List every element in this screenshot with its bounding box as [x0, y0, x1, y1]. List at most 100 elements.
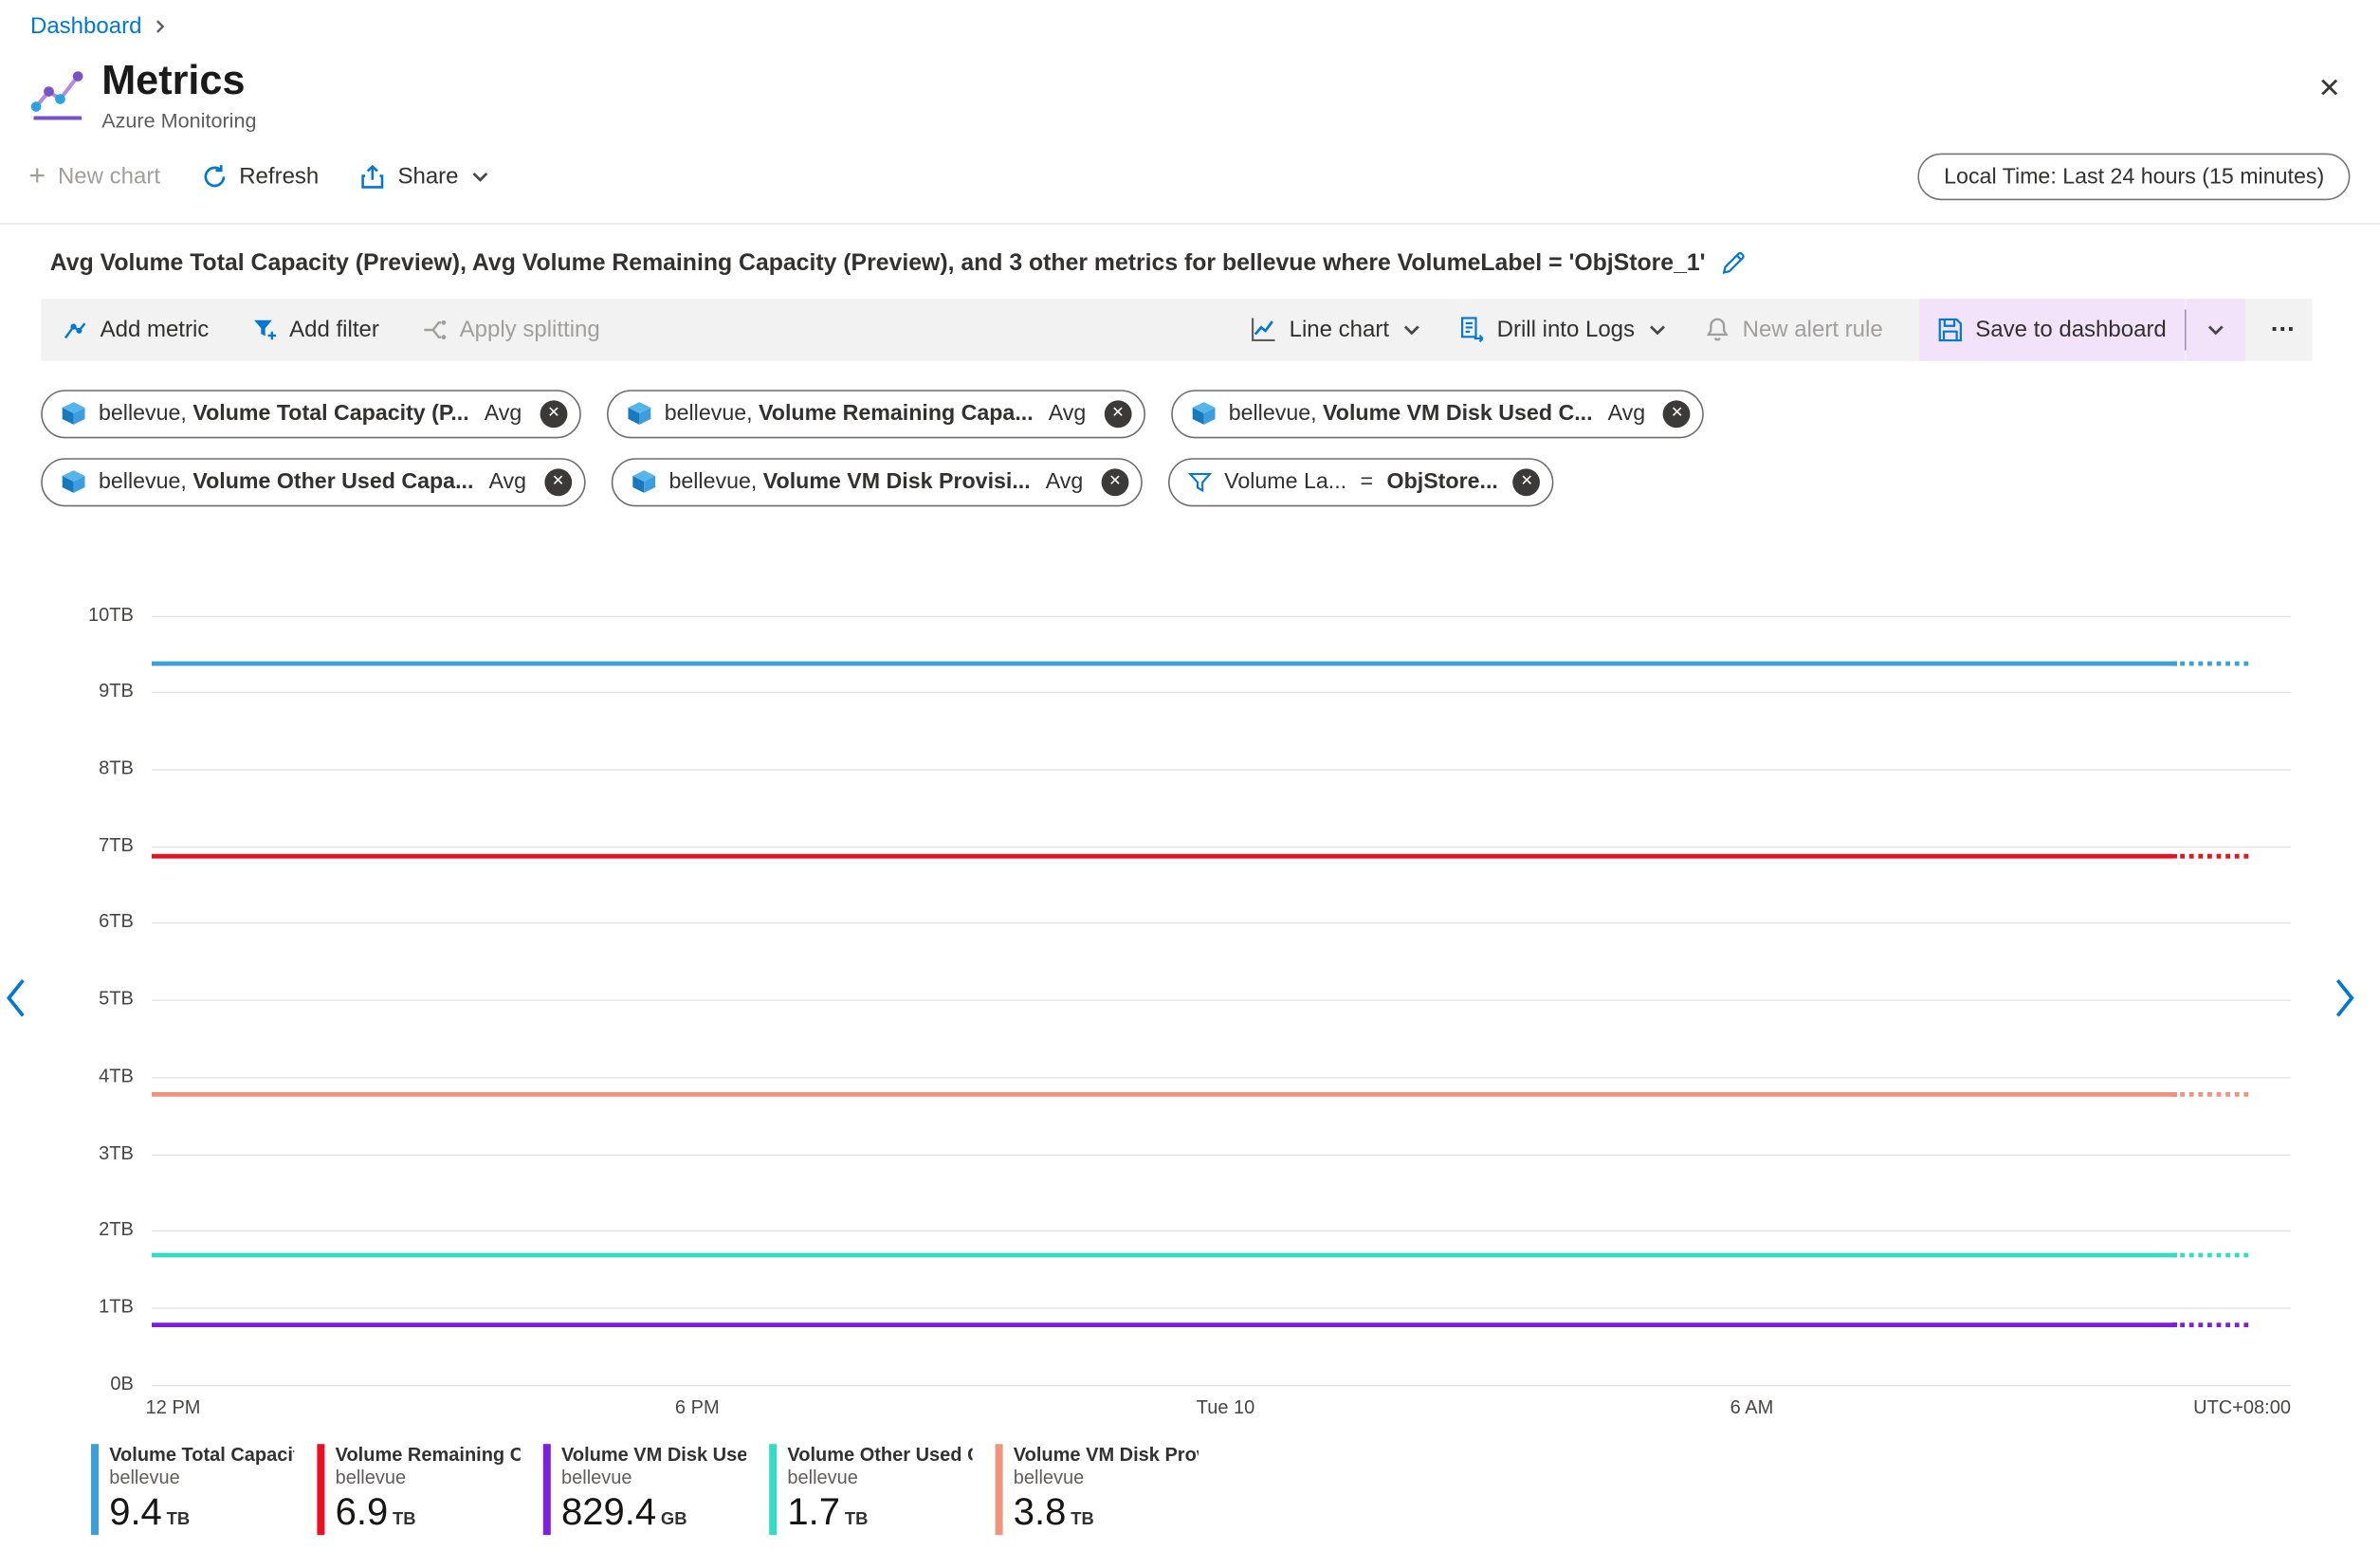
close-icon[interactable]: ✕	[2318, 73, 2341, 105]
metric-pill[interactable]: bellevue, Volume Total Capacity (P... Av…	[41, 389, 581, 438]
chart-area: 0B 1TB 2TB 3TB 4TB 5TB 6TB 7TB 8TB 9TB 10TB 12 PM 6…	[0, 604, 2380, 1422]
pan-right-button[interactable]	[2334, 976, 2356, 1024]
line-chart-label: Line chart	[1289, 316, 1390, 343]
apply-splitting-button: Apply splitting	[422, 317, 600, 342]
y-axis-tick-label: 9TB	[99, 680, 134, 702]
metric-pill[interactable]: bellevue, Volume Remaining Capa... Avg ✕	[606, 389, 1145, 438]
legend-value: 6.9	[335, 1490, 389, 1534]
drill-into-logs-icon	[1457, 316, 1485, 343]
pill-metric-name: Volume Remaining Capa...	[759, 401, 1034, 427]
gridline	[152, 1076, 2291, 1079]
gridline	[152, 1384, 2291, 1386]
legend-item[interactable]: Volume Other Used Ca... bellevue 1.7 TB	[769, 1443, 973, 1535]
new-chart-label: New chart	[57, 164, 161, 191]
add-metric-button[interactable]: Add metric	[63, 317, 210, 342]
chart-toolbar: Add metric Add filter Apply splitting Li…	[41, 298, 2313, 361]
y-axis-tick-label: 5TB	[99, 988, 134, 1010]
page-subtitle: Azure Monitoring	[101, 108, 257, 132]
remove-metric-button[interactable]: ✕	[1104, 399, 1132, 428]
pill-aggregation: Avg	[488, 469, 527, 495]
resource-cube-icon	[61, 469, 86, 495]
metric-pill[interactable]: bellevue, Volume Other Used Capa... Avg …	[41, 457, 586, 506]
share-label: Share	[397, 164, 459, 191]
metric-pills: bellevue, Volume Total Capacity (P... Av…	[41, 389, 1808, 506]
y-axis-tick-label: 3TB	[99, 1141, 134, 1164]
page-header: Metrics Azure Monitoring	[0, 40, 2380, 132]
drill-into-logs-label: Drill into Logs	[1496, 316, 1636, 343]
line-chart-selector[interactable]: Line chart	[1250, 316, 1421, 343]
chart-plot: 0B 1TB 2TB 3TB 4TB 5TB 6TB 7TB 8TB 9TB 10TB	[88, 604, 2291, 1394]
save-to-dashboard-split-button: Save to dashboard	[1919, 298, 2245, 361]
x-axis-tick-label: 6 PM	[674, 1396, 720, 1418]
remove-metric-button[interactable]: ✕	[1663, 399, 1692, 428]
chart-title: Avg Volume Total Capacity (Preview), Avg…	[49, 249, 1706, 276]
gridline	[152, 615, 2291, 617]
legend-item[interactable]: Volume VM Disk Used ... bellevue 829.4 G…	[542, 1443, 746, 1535]
legend-unit: TB	[393, 1510, 416, 1529]
gridline	[152, 769, 2291, 771]
chevron-down-icon	[2206, 319, 2225, 339]
remove-metric-button[interactable]: ✕	[1101, 467, 1129, 496]
breadcrumb-dashboard-link[interactable]: Dashboard	[30, 13, 141, 39]
pill-aggregation: Avg	[1607, 401, 1646, 427]
gridline	[152, 692, 2291, 694]
new-alert-rule-button: New alert rule	[1703, 316, 1883, 343]
divider	[0, 222, 2380, 225]
legend-value: 1.7	[787, 1490, 841, 1534]
more-options-button[interactable]: …	[2245, 308, 2312, 351]
drill-into-logs-button[interactable]: Drill into Logs	[1457, 316, 1667, 343]
resource-cube-icon	[627, 401, 652, 427]
save-to-dashboard-button[interactable]: Save to dashboard	[1919, 298, 2185, 361]
legend-color-bar	[317, 1443, 325, 1535]
pill-text: bellevue, Volume Remaining Capa... Avg	[665, 402, 1089, 427]
remove-filter-button[interactable]: ✕	[1512, 467, 1541, 496]
legend-value: 829.4	[561, 1490, 657, 1534]
breadcrumb: Dashboard	[0, 0, 2380, 40]
remove-metric-button[interactable]: ✕	[540, 399, 568, 428]
metrics-page: Dashboard ✕ Metrics Azure Monitoring + N…	[0, 0, 2380, 1568]
pan-left-button[interactable]	[5, 976, 27, 1024]
pill-scope: bellevue,	[668, 469, 758, 495]
refresh-label: Refresh	[239, 164, 320, 191]
save-options-chevron[interactable]	[2186, 298, 2245, 361]
x-axis-tick-label: 12 PM	[145, 1396, 201, 1418]
x-axis-labels: 12 PM 6 PM Tue 10 6 AM UTC+08:00	[146, 1396, 2291, 1422]
legend-item[interactable]: Volume VM Disk Provi... bellevue 3.8 TB	[995, 1443, 1199, 1535]
y-axis-tick-label: 1TB	[99, 1295, 134, 1318]
gridline	[152, 1153, 2291, 1156]
legend-color-bar	[542, 1443, 551, 1535]
metric-pill[interactable]: bellevue, Volume VM Disk Used C... Avg ✕	[1170, 389, 1705, 438]
x-axis-timezone-label: UTC+08:00	[2193, 1396, 2291, 1418]
gridline	[152, 999, 2291, 1002]
pill-text: bellevue, Volume VM Disk Provisi... Avg	[668, 470, 1086, 495]
series-line-solid	[152, 1092, 2173, 1097]
time-range-button[interactable]: Local Time: Last 24 hours (15 minutes)	[1917, 153, 2351, 201]
filter-pill[interactable]: Volume La... = ObjStore... ✕	[1167, 457, 1555, 506]
y-axis-tick-label: 0B	[110, 1372, 134, 1395]
add-filter-button[interactable]: Add filter	[251, 317, 379, 342]
add-filter-label: Add filter	[289, 316, 379, 343]
series-line-dotted	[2172, 1253, 2248, 1259]
legend-color-bar	[769, 1443, 778, 1535]
page-title: Metrics	[101, 57, 246, 103]
new-alert-rule-label: New alert rule	[1742, 316, 1883, 343]
new-alert-rule-icon	[1703, 316, 1730, 343]
series-line-solid	[152, 853, 2173, 859]
y-axis-tick-label: 4TB	[99, 1065, 134, 1086]
legend-item[interactable]: Volume Total Capacit... bellevue 9.4 TB	[91, 1443, 294, 1535]
pill-aggregation: Avg	[1045, 469, 1084, 495]
metric-pill[interactable]: bellevue, Volume VM Disk Provisi... Avg …	[611, 457, 1143, 506]
legend-value: 9.4	[109, 1490, 162, 1534]
chart-legend: Volume Total Capacit... bellevue 9.4 TB …	[91, 1443, 2380, 1535]
share-button[interactable]: Share	[359, 164, 490, 190]
remove-metric-button[interactable]: ✕	[544, 467, 573, 496]
pill-scope: bellevue,	[99, 401, 187, 427]
x-axis-tick-label: Tue 10	[1196, 1396, 1255, 1418]
refresh-button[interactable]: Refresh	[201, 164, 319, 190]
pill-text: bellevue, Volume Total Capacity (P... Av…	[99, 402, 525, 427]
pill-text: bellevue, Volume Other Used Capa... Avg	[99, 470, 529, 495]
edit-title-button[interactable]	[1721, 250, 1747, 276]
legend-item[interactable]: Volume Remaining Cap... bellevue 6.9 TB	[317, 1443, 521, 1535]
legend-title: Volume VM Disk Provi...	[1013, 1443, 1199, 1466]
series-line-dotted	[2172, 1322, 2248, 1327]
